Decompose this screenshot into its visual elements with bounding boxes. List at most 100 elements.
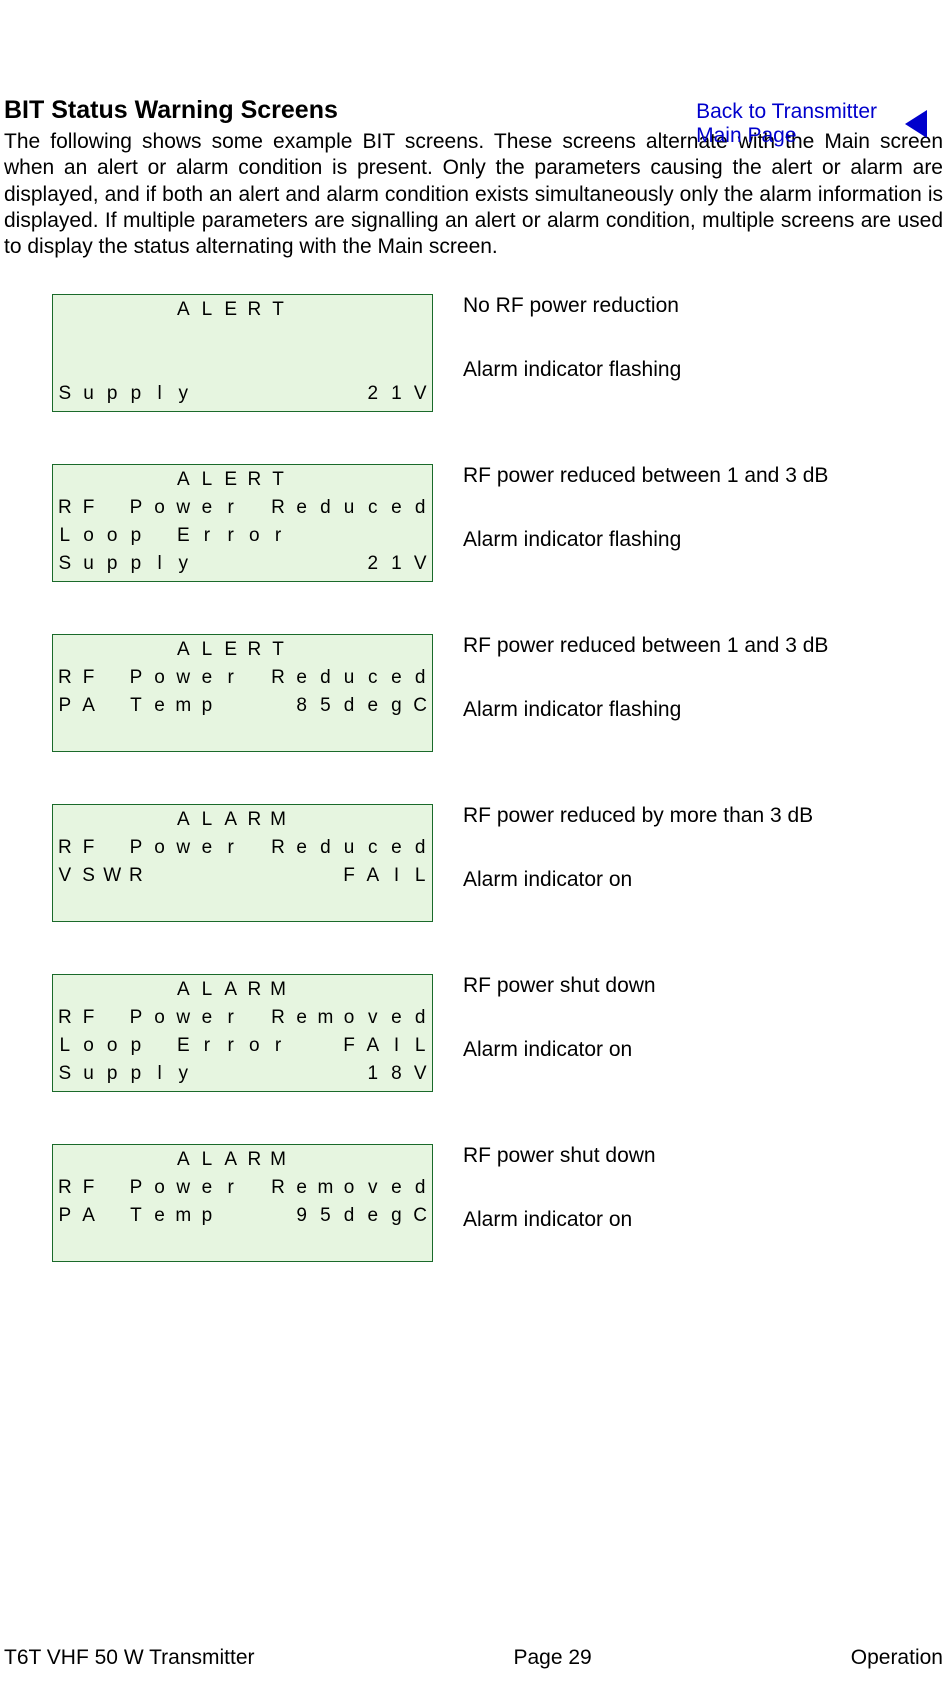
- lcd-cell: A: [171, 637, 195, 662]
- example-row: ALERT Supply 21VNo RF power reductionAla…: [4, 294, 943, 412]
- lcd-cell: [266, 551, 290, 576]
- lcd-cell: S: [77, 863, 101, 888]
- lcd-cell: [77, 297, 101, 322]
- lcd-cell: e: [195, 835, 219, 860]
- example-notes: RF power reduced between 1 and 3 dBAlarm…: [463, 464, 828, 552]
- lcd-cell: y: [171, 551, 195, 576]
- lcd-cell: L: [53, 523, 77, 548]
- lcd-cell: e: [290, 1005, 314, 1030]
- lcd-cell: I: [385, 1033, 409, 1058]
- lcd-line: [53, 325, 432, 350]
- lcd-cell: o: [337, 1175, 361, 1200]
- lcd-cell: [385, 1231, 409, 1256]
- lcd-cell: A: [171, 977, 195, 1002]
- lcd-cell: [124, 807, 148, 832]
- lcd-cell: m: [314, 1005, 338, 1030]
- lcd-cell: [53, 807, 77, 832]
- lcd-cell: S: [53, 1061, 77, 1086]
- lcd-cell: [124, 721, 148, 746]
- lcd-cell: A: [77, 1203, 101, 1228]
- lcd-cell: A: [361, 1033, 385, 1058]
- note-indicator: Alarm indicator on: [463, 868, 813, 892]
- lcd-cell: [77, 467, 101, 492]
- example-notes: RF power reduced by more than 3 dB Alarm …: [463, 804, 813, 892]
- lcd-cell: V: [408, 381, 432, 406]
- lcd-cell: [148, 891, 172, 916]
- lcd-cell: L: [195, 1147, 219, 1172]
- lcd-cell: [219, 381, 243, 406]
- lcd-cell: o: [148, 495, 172, 520]
- lcd-cell: [290, 1061, 314, 1086]
- lcd-cell: S: [53, 551, 77, 576]
- lcd-cell: [195, 1061, 219, 1086]
- lcd-cell: [385, 523, 409, 548]
- lcd-cell: g: [385, 1203, 409, 1228]
- lcd-line: [53, 1231, 432, 1256]
- lcd-cell: [314, 1231, 338, 1256]
- lcd-cell: [148, 353, 172, 378]
- lcd-cell: L: [195, 467, 219, 492]
- lcd-cell: p: [100, 381, 124, 406]
- lcd-cell: g: [385, 693, 409, 718]
- lcd-cell: v: [361, 1175, 385, 1200]
- lcd-cell: [337, 297, 361, 322]
- lcd-cell: r: [219, 1033, 243, 1058]
- lcd-cell: [337, 721, 361, 746]
- lcd-line: ALERT: [53, 297, 432, 322]
- note-power: RF power shut down: [463, 974, 656, 998]
- lcd-cell: u: [337, 835, 361, 860]
- lcd-cell: [314, 353, 338, 378]
- back-link[interactable]: Back to Transmitter Main Page: [696, 100, 927, 148]
- note-power: RF power reduced by more than 3 dB: [463, 804, 813, 828]
- lcd-cell: [148, 1147, 172, 1172]
- example-row: ALARM RF Power RemovedPA Temp 95degC RF …: [4, 1144, 943, 1262]
- lcd-cell: [385, 325, 409, 350]
- lcd-cell: [337, 551, 361, 576]
- lcd-cell: p: [100, 1061, 124, 1086]
- lcd-cell: e: [290, 835, 314, 860]
- lcd-cell: [100, 297, 124, 322]
- note-indicator: Alarm indicator flashing: [463, 528, 828, 552]
- lcd-cell: e: [148, 1203, 172, 1228]
- lcd-cell: [53, 353, 77, 378]
- lcd-cell: p: [195, 693, 219, 718]
- lcd-cell: R: [266, 1005, 290, 1030]
- lcd-cell: o: [337, 1005, 361, 1030]
- lcd-cell: [53, 297, 77, 322]
- lcd-line: [53, 891, 432, 916]
- lcd-cell: [100, 495, 124, 520]
- lcd-cell: R: [53, 1005, 77, 1030]
- lcd-cell: [77, 1231, 101, 1256]
- lcd-cell: 5: [314, 1203, 338, 1228]
- lcd-cell: [53, 1147, 77, 1172]
- lcd-cell: [361, 637, 385, 662]
- lcd-cell: [361, 1231, 385, 1256]
- lcd-cell: [243, 1231, 267, 1256]
- lcd-cell: [100, 353, 124, 378]
- lcd-cell: F: [77, 495, 101, 520]
- lcd-cell: o: [148, 835, 172, 860]
- lcd-cell: P: [124, 835, 148, 860]
- lcd-line: ALARM: [53, 1147, 432, 1172]
- lcd-cell: e: [148, 693, 172, 718]
- lcd-cell: P: [124, 665, 148, 690]
- lcd-cell: [337, 467, 361, 492]
- lcd-cell: F: [337, 863, 361, 888]
- lcd-cell: p: [124, 551, 148, 576]
- lcd-cell: e: [195, 495, 219, 520]
- lcd-cell: [385, 721, 409, 746]
- lcd-cell: [361, 807, 385, 832]
- lcd-cell: l: [148, 1061, 172, 1086]
- lcd-cell: [266, 693, 290, 718]
- lcd-cell: [219, 1061, 243, 1086]
- lcd-line: RF Power Reduced: [53, 835, 432, 860]
- lcd-cell: A: [77, 693, 101, 718]
- lcd-cell: E: [219, 297, 243, 322]
- lcd-cell: [219, 551, 243, 576]
- lcd-cell: r: [266, 523, 290, 548]
- lcd-line: RF Power Reduced: [53, 495, 432, 520]
- lcd-cell: w: [171, 1175, 195, 1200]
- lcd-cell: [337, 1147, 361, 1172]
- lcd-cell: [171, 325, 195, 350]
- lcd-cell: d: [408, 665, 432, 690]
